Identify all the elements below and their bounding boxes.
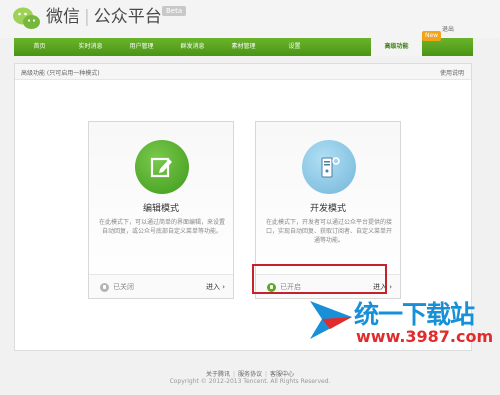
main-nav: 首页 实时消息 用户管理 群发消息 素材管理 设置 高级功能	[14, 38, 473, 56]
wechat-logo-icon	[13, 7, 40, 29]
edit-mode-status-label: 已关闭	[113, 283, 134, 291]
beta-badge: Beta	[162, 6, 187, 16]
copyright: Copyright © 2012-2013 Tencent. All Right…	[169, 378, 331, 385]
server-gear-icon	[321, 157, 340, 178]
edit-mode-description: 在此模式下，可以通过简单的界面编辑，来设置自动回复，或公众号底部自定义菜单等功能…	[98, 219, 225, 235]
status-off-icon	[100, 282, 109, 292]
new-badge: New	[422, 31, 442, 41]
brand-name: 微信	[46, 7, 80, 27]
edit-mode-enter-label: 进入	[205, 283, 220, 291]
edit-icon	[150, 157, 172, 178]
edit-mode-card[interactable]: 编辑模式 在此模式下，可以通过简单的界面编辑，来设置自动回复，或公众号底部自定义…	[88, 121, 234, 299]
mode-title: 高级功能 (只可启用一种模式)	[21, 70, 100, 77]
chevron-right-icon: ›	[222, 283, 225, 291]
brand-sub: 公众平台	[93, 7, 162, 27]
footer-link-about[interactable]: 关于腾讯	[206, 371, 230, 378]
footer-links: 关于腾讯 | 服务协议 | 客服中心	[205, 371, 295, 378]
dev-mode-description: 在此模式下，开发者可以通过公众平台提供的接口，实现自动回复、获取订阅者、自定义菜…	[265, 219, 392, 244]
edit-mode-enter-link[interactable]: 进入 ›	[206, 282, 225, 292]
edit-mode-title: 编辑模式	[142, 204, 179, 214]
watermark-text: 统一下载站	[354, 300, 475, 329]
mode-bar: 高级功能 (只可启用一种模式) 使用说明	[15, 64, 471, 80]
watermark: 统一下载站 www.3987.com	[308, 289, 493, 351]
nav-item-spacer	[320, 38, 371, 56]
watermark-url: www.3987.com	[356, 327, 494, 346]
nav-item-home[interactable]: 首页	[14, 38, 65, 56]
edit-mode-footer: 已关闭 进入 ›	[89, 274, 233, 298]
watermark-logo-icon	[310, 301, 352, 339]
nav-item-mass-messages[interactable]: 群发消息	[167, 38, 218, 56]
nav-item-advanced[interactable]: 高级功能	[371, 38, 422, 56]
nav-item-realtime-messages[interactable]: 实时消息	[65, 38, 116, 56]
logout-link[interactable]: 退出	[442, 24, 454, 33]
footer-link-help[interactable]: 客服中心	[270, 371, 294, 378]
brand-title: 微信 | 公众平台	[46, 7, 162, 27]
footer-link-agreement[interactable]: 服务协议	[238, 371, 262, 378]
edit-mode-status: 已关闭	[100, 282, 134, 292]
dev-mode-icon-circle	[302, 140, 356, 194]
help-link[interactable]: 使用说明	[440, 68, 464, 77]
edit-mode-icon-circle	[135, 140, 189, 194]
nav-item-user-management[interactable]: 用户管理	[116, 38, 167, 56]
dev-mode-title: 开发模式	[309, 204, 346, 214]
nav-item-settings[interactable]: 设置	[269, 38, 320, 56]
nav-item-materials[interactable]: 素材管理	[218, 38, 269, 56]
